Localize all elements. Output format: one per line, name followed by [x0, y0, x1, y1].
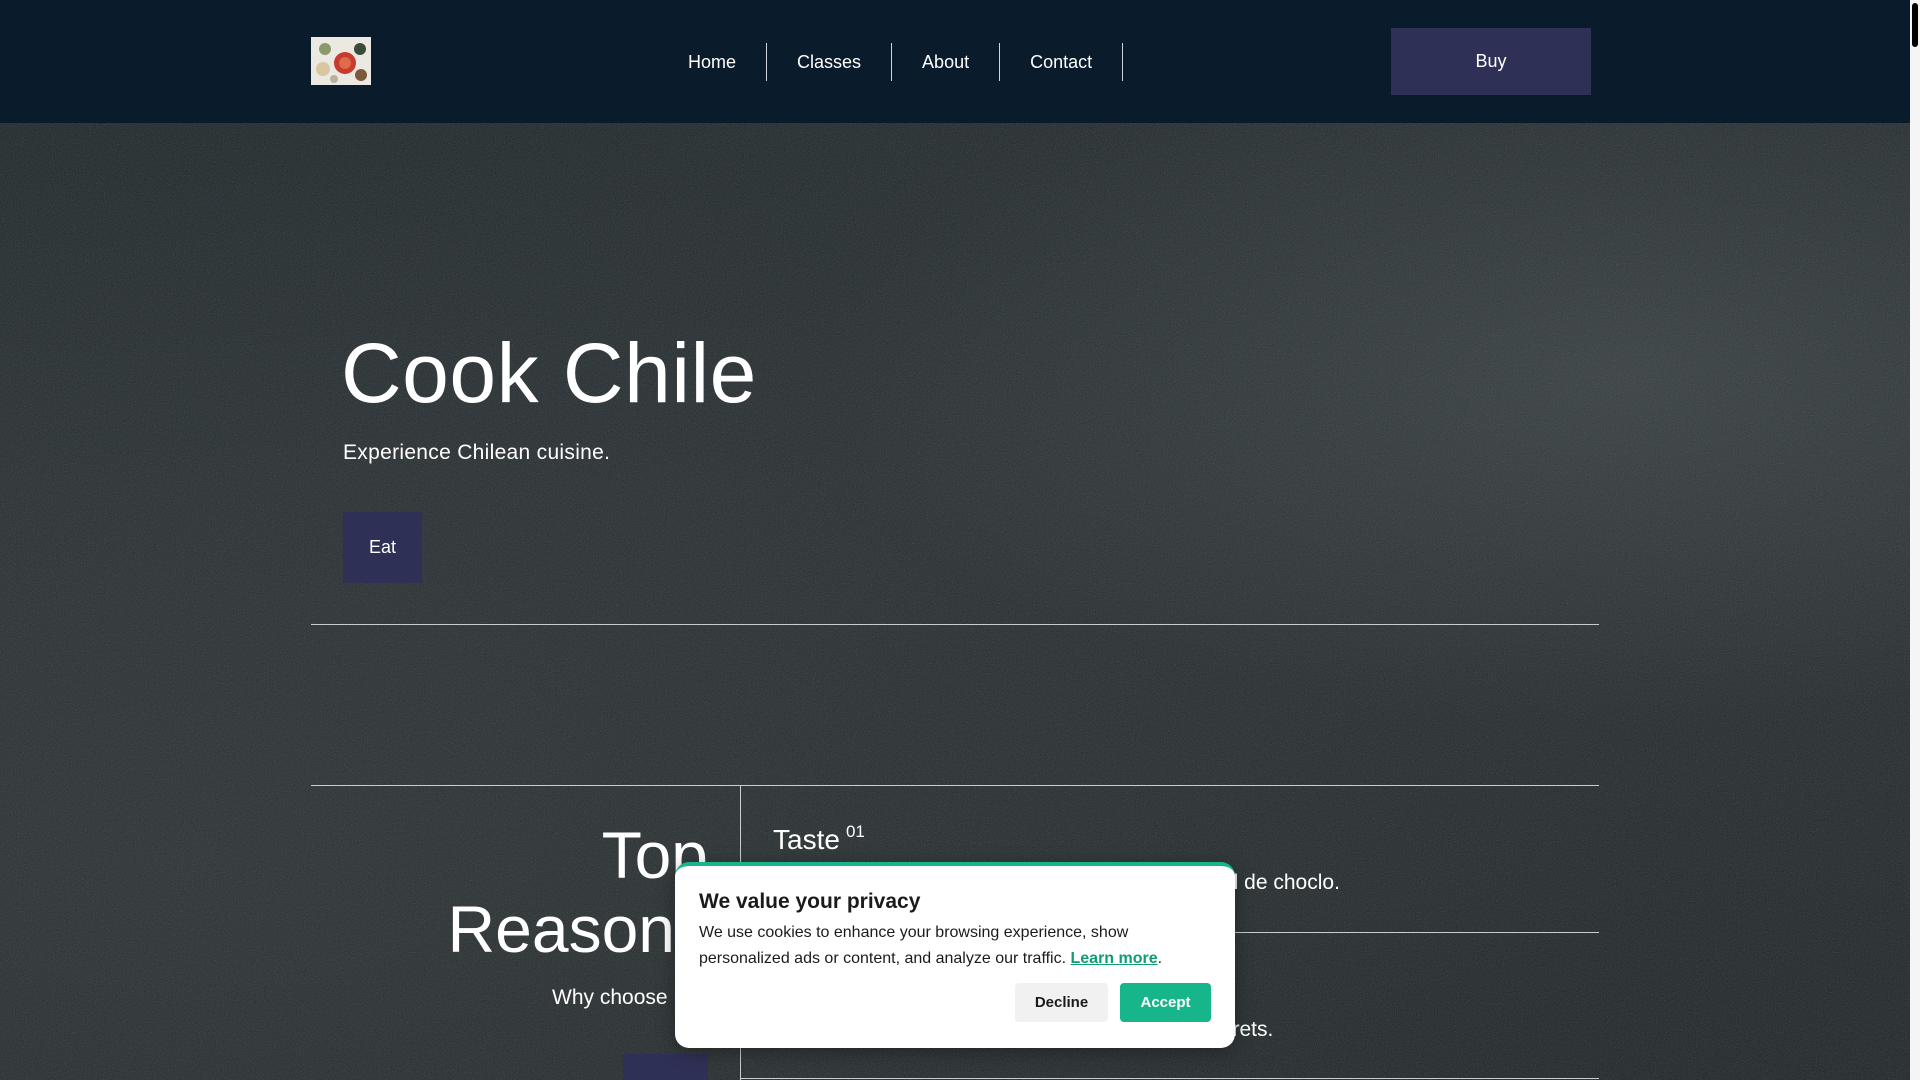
food-bowls-icon	[311, 37, 371, 85]
site-header: Home Classes About Contact Buy	[0, 0, 1910, 123]
reasons-title: Top Reasons	[408, 818, 709, 966]
nav-classes[interactable]: Classes	[767, 43, 893, 81]
nav-home[interactable]: Home	[658, 43, 768, 81]
reasons-top-divider	[311, 785, 1599, 786]
hero-subtitle: Experience Chilean cuisine.	[343, 441, 611, 464]
reasons-subtitle: Why choose	[552, 986, 668, 1009]
cookie-period: .	[1157, 950, 1163, 967]
decline-button[interactable]: Decline	[1015, 983, 1108, 1022]
cookie-body: We use cookies to enhance your browsing …	[699, 920, 1211, 972]
reason-title: Taste 01	[773, 822, 865, 856]
buy-button[interactable]: Buy	[1391, 28, 1591, 95]
nav-contact[interactable]: Contact	[1000, 43, 1124, 81]
cookie-actions: Decline Accept	[1015, 983, 1211, 1022]
hero-title: Cook Chile	[341, 326, 757, 420]
page: Home Classes About Contact Buy Cook Chil…	[0, 0, 1910, 1080]
reason-text-1: el de choclo.	[1222, 871, 1340, 894]
reason-divider-2	[741, 1078, 1599, 1079]
vertical-scrollbar[interactable]	[1910, 0, 1920, 1080]
cookie-title: We value your privacy	[699, 890, 921, 913]
eat-button[interactable]: Eat	[343, 512, 422, 583]
cookie-body-text: We use cookies to enhance your browsing …	[699, 924, 1129, 967]
cookie-consent-banner: We value your privacy We use cookies to …	[675, 862, 1235, 1048]
main-nav: Home Classes About Contact	[658, 43, 1124, 81]
nav-about[interactable]: About	[892, 43, 1001, 81]
learn-more-link[interactable]: Learn more	[1071, 950, 1158, 967]
reason-title-text: Taste	[773, 824, 840, 855]
scrollbar-thumb[interactable]	[1912, 3, 1918, 47]
logo-image[interactable]	[311, 37, 371, 85]
hero-divider	[311, 624, 1599, 625]
reasons-button[interactable]	[623, 1054, 708, 1080]
reason-number: 01	[845, 822, 865, 841]
reasons-title-line2: Reasons	[447, 892, 709, 966]
accept-button[interactable]: Accept	[1120, 983, 1211, 1022]
